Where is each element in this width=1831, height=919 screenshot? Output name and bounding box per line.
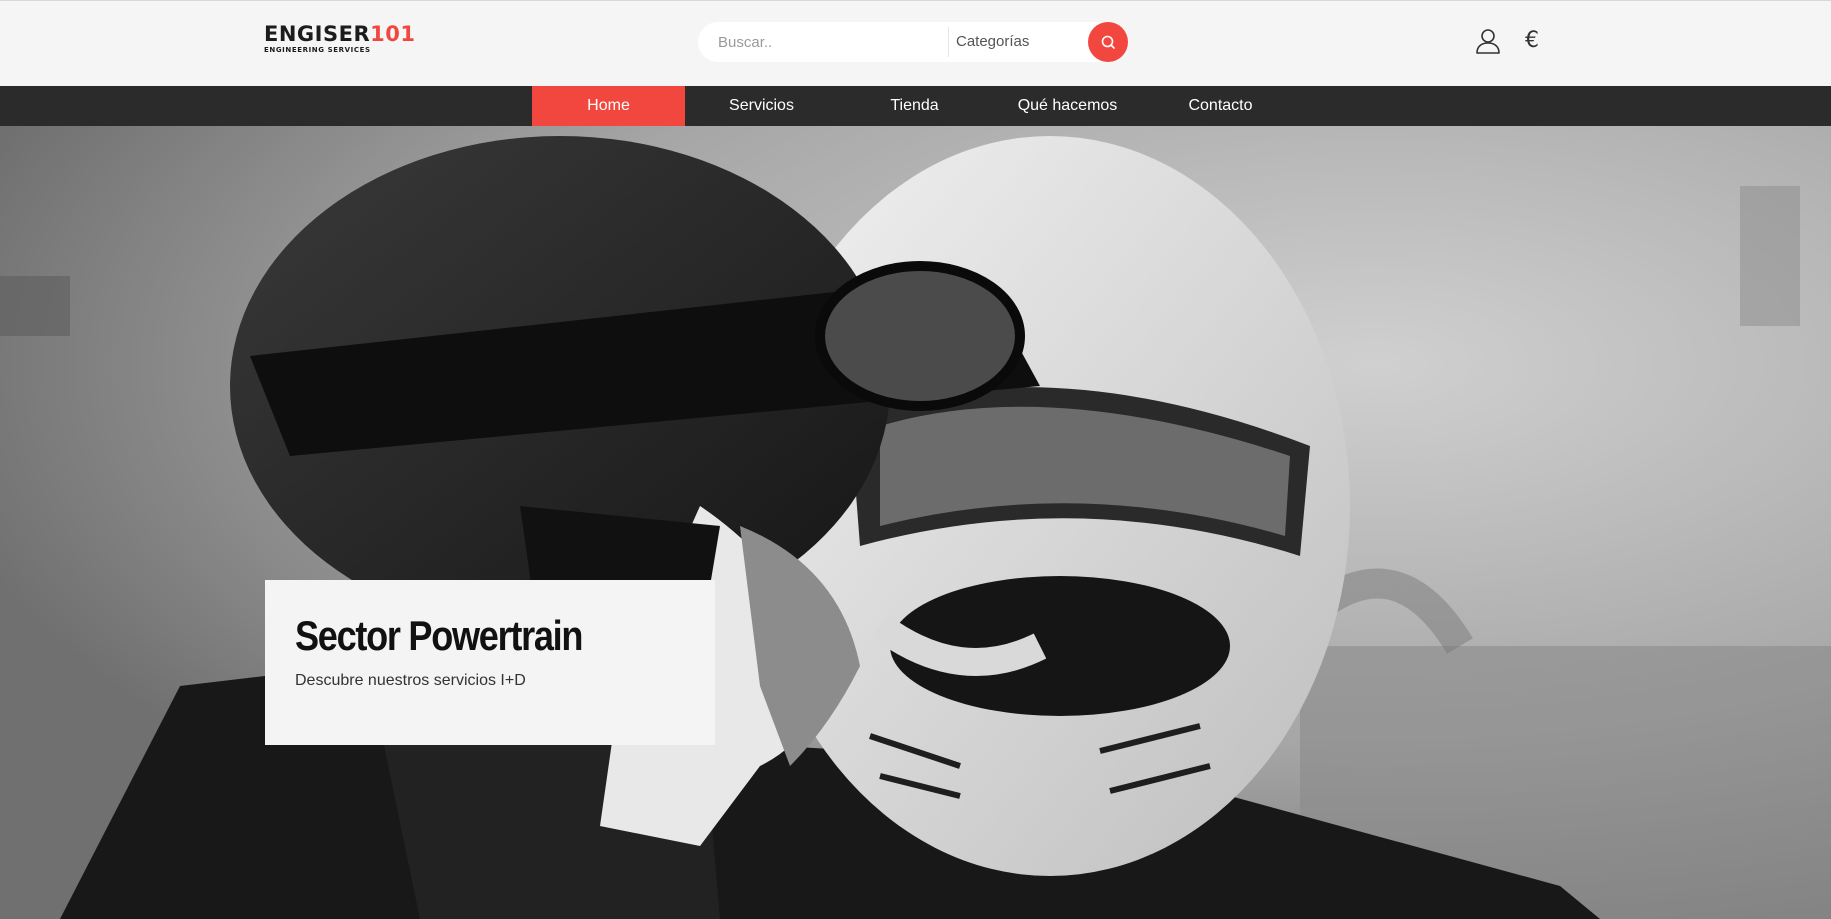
header: ENGISER101 ENGINEERING SERVICES Categorí… bbox=[0, 0, 1831, 86]
hero-title: Sector Powertrain bbox=[295, 612, 583, 659]
nav-item-tienda[interactable]: Tienda bbox=[838, 86, 991, 126]
search-bar: Categorías bbox=[698, 22, 1128, 62]
nav-item-contacto[interactable]: Contacto bbox=[1144, 86, 1297, 126]
hero-subtitle: Descubre nuestros servicios I+D bbox=[295, 672, 526, 689]
logo[interactable]: ENGISER101 ENGINEERING SERVICES bbox=[264, 22, 416, 54]
hero-image bbox=[0, 126, 1831, 919]
logo-brand-accent: 101 bbox=[370, 22, 416, 46]
logo-brand: ENGISER101 bbox=[264, 22, 416, 46]
logo-brand-dark: ENGISER bbox=[264, 22, 371, 46]
hero-card[interactable]: Sector Powertrain Descubre nuestros serv… bbox=[265, 580, 715, 745]
logo-tagline: ENGINEERING SERVICES bbox=[264, 46, 371, 54]
hero-banner: Sector Powertrain Descubre nuestros serv… bbox=[0, 126, 1831, 919]
category-select[interactable]: Categorías bbox=[950, 22, 1080, 62]
user-icon bbox=[1476, 29, 1500, 54]
account-button[interactable] bbox=[1474, 27, 1502, 55]
search-divider bbox=[948, 27, 949, 57]
currency-icon[interactable]: € bbox=[1522, 27, 1542, 55]
search-icon bbox=[1101, 35, 1115, 49]
nav-item-home[interactable]: Home bbox=[532, 86, 685, 126]
nav-item-servicios[interactable]: Servicios bbox=[685, 86, 838, 126]
nav-item-que-hacemos[interactable]: Qué hacemos bbox=[991, 86, 1144, 126]
main-nav: Home Servicios Tienda Qué hacemos Contac… bbox=[0, 86, 1831, 126]
search-button[interactable] bbox=[1088, 22, 1128, 62]
search-input[interactable] bbox=[718, 22, 938, 62]
